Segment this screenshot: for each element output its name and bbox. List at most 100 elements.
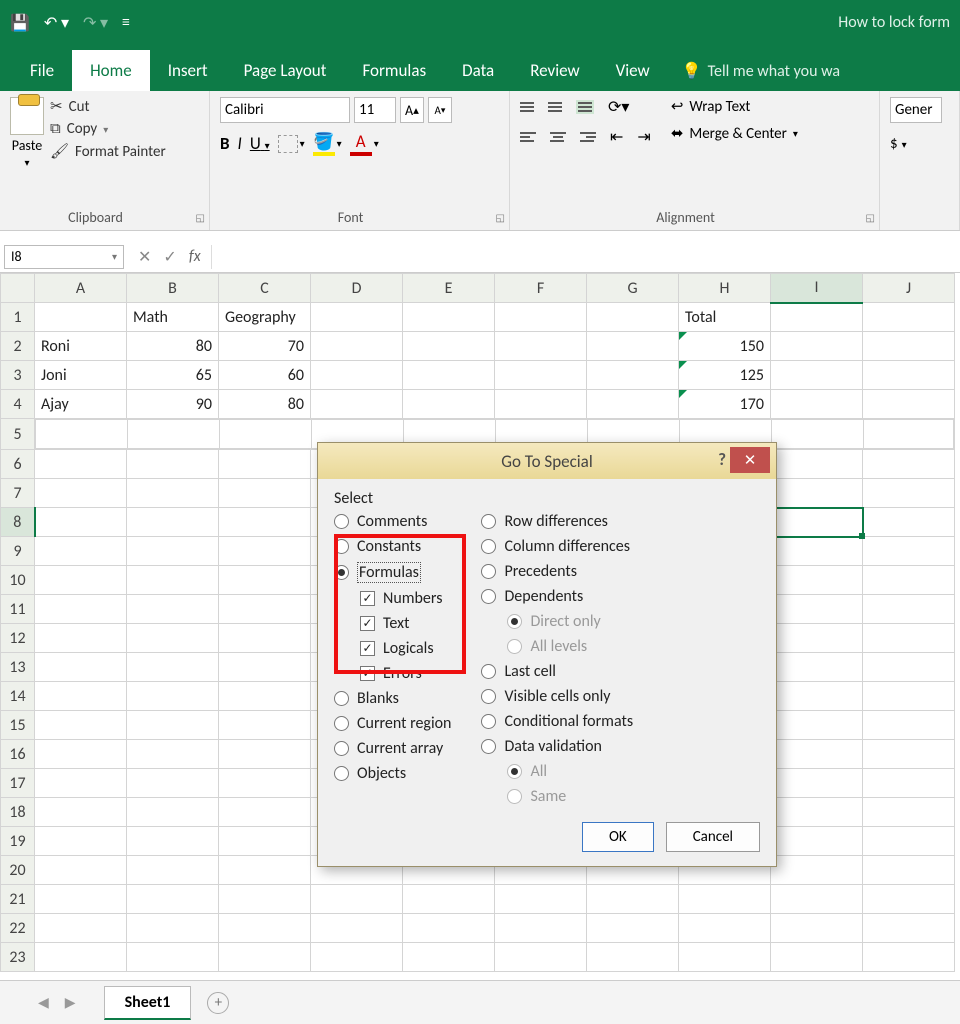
cancel-formula-icon[interactable]: ✕	[138, 247, 151, 267]
fill-color-button[interactable]: 🪣▾	[313, 131, 342, 156]
cell[interactable]	[127, 943, 219, 972]
cell[interactable]	[35, 914, 127, 943]
cell[interactable]	[403, 361, 495, 390]
save-icon[interactable]: 💾	[10, 13, 30, 33]
cell[interactable]	[863, 914, 955, 943]
cell[interactable]	[863, 769, 955, 798]
cell[interactable]	[495, 332, 587, 361]
increase-font-icon[interactable]: A▴	[400, 97, 424, 123]
cell[interactable]: 80	[219, 390, 311, 419]
border-button[interactable]: ▾	[278, 135, 305, 153]
cell[interactable]	[127, 827, 219, 856]
cell[interactable]	[219, 943, 311, 972]
cell[interactable]: Roni	[35, 332, 127, 361]
cell[interactable]	[863, 624, 955, 653]
cell[interactable]	[863, 479, 955, 508]
cell[interactable]	[863, 450, 955, 479]
cell[interactable]	[771, 798, 863, 827]
cell[interactable]	[35, 711, 127, 740]
cut-button[interactable]: ✂Cut	[50, 97, 166, 116]
cell[interactable]	[35, 566, 127, 595]
col-header-i[interactable]: I	[771, 274, 863, 303]
cell[interactable]	[219, 508, 311, 537]
row-header[interactable]: 3	[1, 361, 35, 390]
alignment-launcher-icon[interactable]: ◱	[866, 211, 875, 224]
row-header[interactable]: 2	[1, 332, 35, 361]
cell[interactable]	[863, 361, 955, 390]
cell[interactable]	[219, 566, 311, 595]
cell[interactable]	[403, 303, 495, 332]
cell[interactable]	[127, 798, 219, 827]
cell[interactable]	[219, 537, 311, 566]
cell[interactable]	[403, 332, 495, 361]
row-header[interactable]: 5	[1, 419, 35, 450]
active-cell[interactable]	[771, 508, 863, 537]
formula-input[interactable]	[211, 245, 960, 269]
cell[interactable]	[311, 914, 403, 943]
decrease-indent-icon[interactable]: ⇤	[610, 127, 623, 147]
cell[interactable]	[219, 653, 311, 682]
tab-review[interactable]: Review	[512, 50, 597, 91]
row-header[interactable]: 19	[1, 827, 35, 856]
add-sheet-button[interactable]: +	[207, 992, 229, 1014]
cell[interactable]	[403, 885, 495, 914]
col-header-h[interactable]: H	[679, 274, 771, 303]
cell[interactable]	[35, 798, 127, 827]
cell[interactable]	[311, 361, 403, 390]
row-header[interactable]: 20	[1, 856, 35, 885]
cell[interactable]	[219, 856, 311, 885]
tab-page-layout[interactable]: Page Layout	[226, 50, 345, 91]
row-header[interactable]: 23	[1, 943, 35, 972]
row-header[interactable]: 13	[1, 653, 35, 682]
col-header-c[interactable]: C	[219, 274, 311, 303]
currency-button[interactable]: $	[890, 135, 898, 153]
cell[interactable]	[495, 390, 587, 419]
cell[interactable]	[127, 508, 219, 537]
cell[interactable]	[35, 943, 127, 972]
increase-indent-icon[interactable]: ⇥	[637, 127, 650, 147]
row-header[interactable]: 15	[1, 711, 35, 740]
option-visible-cells[interactable]: Visible cells only	[481, 687, 633, 706]
cell[interactable]	[771, 566, 863, 595]
col-header-j[interactable]: J	[863, 274, 955, 303]
cell[interactable]	[219, 914, 311, 943]
col-header-e[interactable]: E	[403, 274, 495, 303]
sheet-nav-prev-icon[interactable]: ◀	[30, 994, 57, 1011]
cell[interactable]	[587, 943, 679, 972]
cell[interactable]: 90	[127, 390, 219, 419]
cell[interactable]	[679, 885, 771, 914]
cell[interactable]	[219, 740, 311, 769]
qat-menu-icon[interactable]: ≡	[122, 13, 130, 32]
paste-button[interactable]: Paste ▾	[10, 97, 44, 169]
cell[interactable]	[219, 769, 311, 798]
cell[interactable]	[771, 711, 863, 740]
cell[interactable]	[863, 798, 955, 827]
row-header[interactable]: 10	[1, 566, 35, 595]
option-col-diff[interactable]: Column differences	[481, 537, 633, 556]
cell[interactable]	[35, 827, 127, 856]
cell[interactable]	[35, 479, 127, 508]
option-last-cell[interactable]: Last cell	[481, 662, 633, 681]
cell[interactable]	[679, 914, 771, 943]
cell[interactable]: 60	[219, 361, 311, 390]
cell[interactable]	[863, 682, 955, 711]
cell[interactable]	[772, 420, 864, 449]
tell-me-search[interactable]: 💡 Tell me what you wa	[682, 61, 840, 91]
cell[interactable]	[679, 943, 771, 972]
cell[interactable]	[587, 361, 679, 390]
col-header-d[interactable]: D	[311, 274, 403, 303]
cell[interactable]	[35, 595, 127, 624]
cell[interactable]	[771, 624, 863, 653]
cell[interactable]	[219, 595, 311, 624]
cell[interactable]	[863, 653, 955, 682]
wrap-text-button[interactable]: ↩Wrap Text	[671, 97, 798, 116]
cell[interactable]	[587, 885, 679, 914]
cell[interactable]	[311, 303, 403, 332]
cell[interactable]	[771, 537, 863, 566]
cell[interactable]	[127, 769, 219, 798]
cell[interactable]	[403, 943, 495, 972]
cell[interactable]	[863, 827, 955, 856]
cell[interactable]	[128, 420, 220, 449]
cell[interactable]	[864, 420, 954, 449]
tab-data[interactable]: Data	[444, 50, 512, 91]
